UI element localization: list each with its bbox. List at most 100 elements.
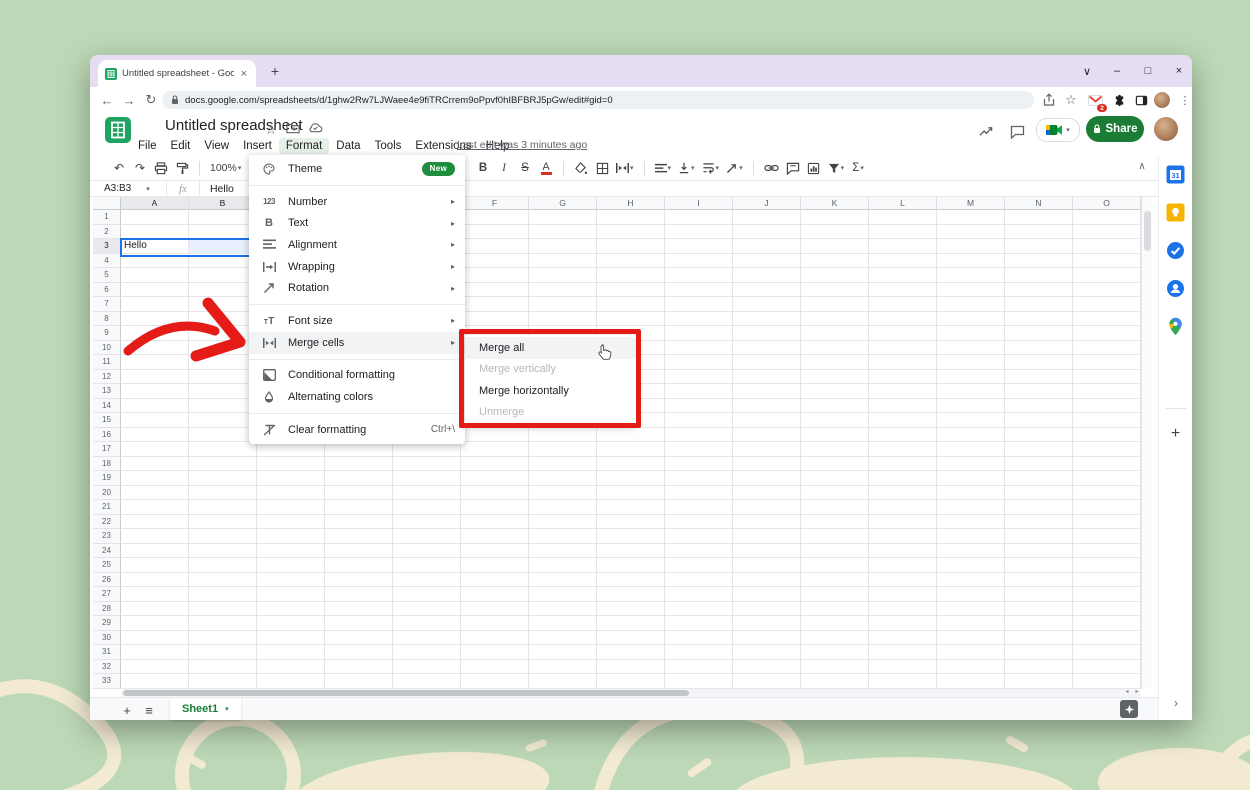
insert-link-icon[interactable]: [764, 159, 779, 177]
row-header-30[interactable]: 30: [93, 631, 121, 646]
grid-row[interactable]: [121, 558, 1141, 573]
menu-view[interactable]: View: [197, 138, 236, 154]
window-close-button[interactable]: ×: [1167, 59, 1191, 83]
row-header-31[interactable]: 31: [93, 645, 121, 660]
explore-button[interactable]: [1120, 700, 1138, 718]
window-minimize-button[interactable]: –: [1105, 59, 1129, 83]
grid-row[interactable]: [121, 616, 1141, 631]
row-header-17[interactable]: 17: [93, 442, 121, 457]
grid-row[interactable]: [121, 587, 1141, 602]
grid-row[interactable]: [121, 631, 1141, 646]
new-tab-button[interactable]: +: [266, 62, 284, 80]
row-header-14[interactable]: 14: [93, 399, 121, 414]
tab-search-chevron-icon[interactable]: ∨: [1075, 59, 1099, 83]
grid-row[interactable]: [121, 645, 1141, 660]
text-color-icon[interactable]: A: [539, 159, 553, 177]
vertical-scrollbar-thumb[interactable]: [1144, 211, 1151, 251]
gmail-icon[interactable]: 2: [1086, 91, 1104, 109]
row-header-10[interactable]: 10: [93, 341, 121, 356]
column-header-f[interactable]: F: [461, 197, 529, 210]
row-header-18[interactable]: 18: [93, 457, 121, 472]
share-button[interactable]: Share: [1086, 116, 1144, 142]
forward-icon[interactable]: →: [120, 91, 138, 109]
row-header-22[interactable]: 22: [93, 515, 121, 530]
row-header-24[interactable]: 24: [93, 544, 121, 559]
meet-button[interactable]: ▾: [1036, 118, 1080, 142]
row-header-11[interactable]: 11: [93, 355, 121, 370]
row-header-23[interactable]: 23: [93, 529, 121, 544]
bold-icon[interactable]: B: [476, 159, 490, 177]
menu-tools[interactable]: Tools: [368, 138, 409, 154]
calendar-icon[interactable]: 31: [1164, 162, 1188, 186]
row-header-13[interactable]: 13: [93, 384, 121, 399]
zoom-select[interactable]: 100%▾: [210, 159, 241, 177]
redo-icon[interactable]: ↷: [133, 159, 147, 177]
row-header-9[interactable]: 9: [93, 326, 121, 341]
sheets-logo-icon[interactable]: [105, 117, 131, 148]
horizontal-align-icon[interactable]: ▾: [655, 159, 672, 177]
contacts-icon[interactable]: [1164, 276, 1188, 300]
menu-item-alignment[interactable]: Alignment▸: [249, 234, 465, 256]
select-all-corner[interactable]: [93, 197, 121, 210]
row-header-21[interactable]: 21: [93, 500, 121, 515]
italic-icon[interactable]: I: [497, 159, 511, 177]
row-header-29[interactable]: 29: [93, 616, 121, 631]
row-header-33[interactable]: 33: [93, 674, 121, 689]
grid-row[interactable]: [121, 602, 1141, 617]
menu-item-rotation[interactable]: Rotation▸: [249, 277, 465, 299]
menu-insert[interactable]: Insert: [236, 138, 279, 154]
add-sheet-icon[interactable]: +: [118, 701, 136, 719]
document-title[interactable]: Untitled spreadsheet: [165, 117, 303, 134]
menu-item-text[interactable]: BText▸: [249, 212, 465, 234]
menu-item-alternating-colors[interactable]: Alternating colors: [249, 386, 465, 408]
text-wrap-icon[interactable]: ▾: [702, 159, 720, 177]
column-header-g[interactable]: G: [529, 197, 597, 210]
column-header-h[interactable]: H: [597, 197, 665, 210]
grid-row[interactable]: [121, 674, 1141, 689]
menu-item-clear-formatting[interactable]: Clear formattingCtrl+\: [249, 419, 465, 441]
keep-icon[interactable]: [1164, 200, 1188, 224]
row-header-16[interactable]: 16: [93, 428, 121, 443]
column-header-i[interactable]: I: [665, 197, 733, 210]
browser-profile-avatar[interactable]: [1154, 92, 1170, 108]
filter-icon[interactable]: ▾: [828, 159, 845, 177]
menu-item-conditional-formatting[interactable]: Conditional formatting: [249, 365, 465, 387]
row-header-32[interactable]: 32: [93, 660, 121, 675]
merge-cells-toolbar-icon[interactable]: ▾: [616, 159, 634, 177]
menu-item-theme[interactable]: ThemeNew: [249, 158, 465, 180]
row-header-12[interactable]: 12: [93, 370, 121, 385]
grid-row[interactable]: [121, 544, 1141, 559]
comment-icon[interactable]: [1010, 125, 1025, 139]
strikethrough-icon[interactable]: S: [518, 159, 532, 177]
column-header-o[interactable]: O: [1073, 197, 1141, 210]
show-side-panel-icon[interactable]: ›: [1168, 695, 1184, 711]
menu-item-merge-cells[interactable]: Merge cells▸: [249, 332, 465, 354]
vertical-align-icon[interactable]: ▾: [678, 159, 695, 177]
back-icon[interactable]: ←: [98, 91, 116, 109]
tasks-icon[interactable]: [1164, 238, 1188, 262]
fill-color-icon[interactable]: [574, 159, 588, 177]
horizontal-scrollbar[interactable]: [121, 689, 1141, 697]
menu-file[interactable]: File: [131, 138, 164, 154]
row-header-25[interactable]: 25: [93, 558, 121, 573]
window-maximize-button[interactable]: □: [1136, 59, 1160, 83]
paint-format-icon[interactable]: [175, 159, 189, 177]
column-header-j[interactable]: J: [733, 197, 801, 210]
column-header-b[interactable]: B: [189, 197, 257, 210]
collapse-toolbar-icon[interactable]: ∧: [1134, 158, 1150, 174]
insights-icon[interactable]: [978, 125, 994, 138]
functions-icon[interactable]: Σ▾: [851, 159, 865, 177]
grid-row[interactable]: [121, 442, 1141, 457]
name-box[interactable]: A3:B3 ▾: [90, 183, 166, 194]
menu-edit[interactable]: Edit: [164, 138, 198, 154]
row-header-19[interactable]: 19: [93, 471, 121, 486]
row-header-15[interactable]: 15: [93, 413, 121, 428]
row-header-5[interactable]: 5: [93, 268, 121, 283]
borders-icon[interactable]: [595, 159, 609, 177]
vertical-scrollbar[interactable]: [1141, 197, 1152, 689]
row-header-6[interactable]: 6: [93, 283, 121, 298]
menu-item-wrapping[interactable]: Wrapping▸: [249, 256, 465, 278]
get-addons-plus-icon[interactable]: +: [1171, 425, 1180, 443]
menu-format[interactable]: Format: [279, 138, 329, 154]
last-edit-link[interactable]: Last edit was 3 minutes ago: [457, 139, 587, 151]
